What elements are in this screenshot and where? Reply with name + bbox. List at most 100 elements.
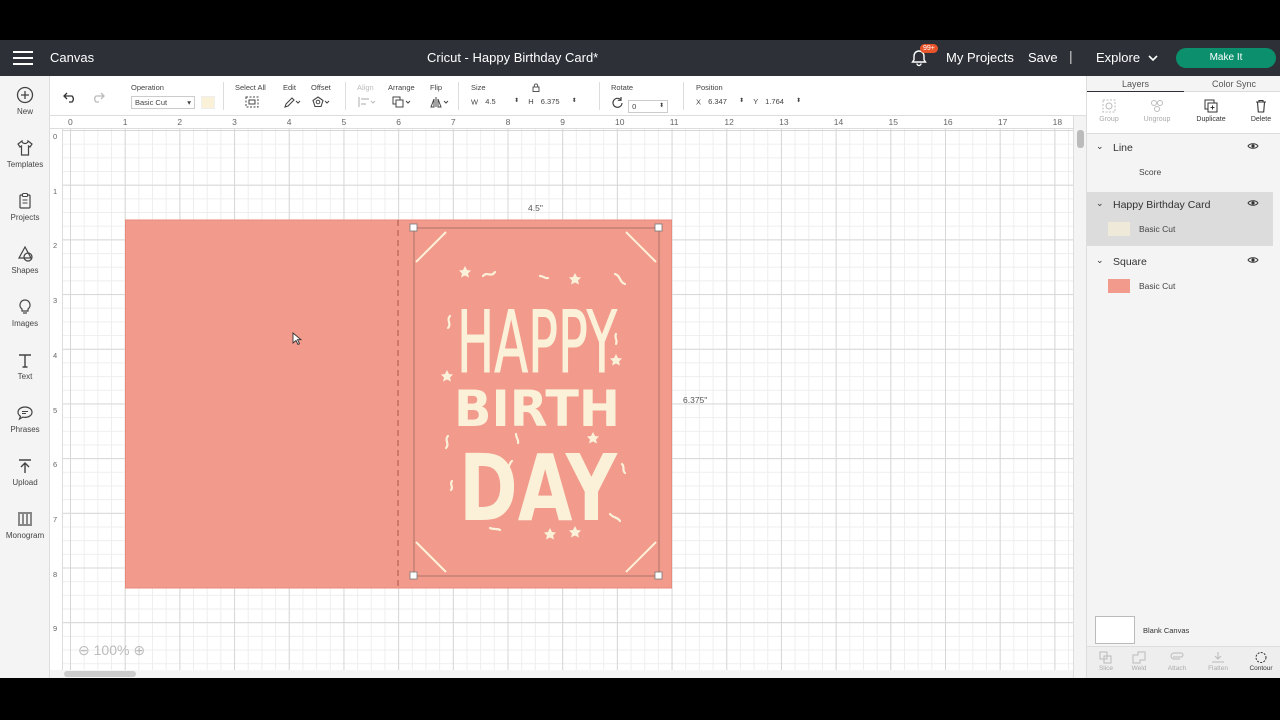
arrange-label: Arrange — [388, 83, 415, 92]
resize-handle[interactable] — [409, 571, 418, 580]
scroll-thumb[interactable] — [64, 671, 136, 677]
edit-menu[interactable]: Edit — [283, 83, 301, 110]
stepper-icon[interactable]: ⬍ — [796, 96, 801, 107]
weld-icon — [1132, 651, 1146, 664]
stepper-icon[interactable]: ⬍ — [659, 101, 664, 112]
duplicate-button[interactable]: Duplicate — [1191, 98, 1231, 123]
scroll-thumb[interactable] — [1077, 130, 1084, 148]
operation-select[interactable]: Basic Cut ▾ — [131, 96, 195, 109]
tab-layers[interactable]: Layers — [1087, 79, 1184, 89]
save-button[interactable]: Save — [1028, 50, 1058, 65]
sidebar-item-text[interactable]: Text — [0, 351, 50, 381]
rotate-input[interactable]: 0 ⬍ — [628, 99, 669, 113]
color-swatch[interactable] — [201, 96, 216, 109]
sidebar-item-shapes[interactable]: Shapes — [0, 245, 50, 275]
layer-happy-birthday-card[interactable]: ⌄ Happy Birthday Card — [1087, 192, 1273, 218]
chevron-down-icon[interactable]: ⌄ — [1096, 141, 1104, 152]
vertical-scrollbar[interactable] — [1073, 116, 1086, 678]
group-button[interactable]: Group — [1089, 98, 1129, 123]
shirt-icon — [17, 139, 33, 156]
flatten-button[interactable]: Flatten — [1199, 651, 1237, 672]
lock-icon[interactable] — [532, 83, 540, 92]
layer-square[interactable]: ⌄ Square — [1087, 249, 1273, 275]
w-label: W — [471, 97, 479, 107]
horizontal-scrollbar[interactable] — [50, 670, 1073, 678]
attach-button[interactable]: Attach — [1158, 651, 1196, 672]
layers-panel: Layers Color Sync Group Ungroup Duplicat… — [1086, 76, 1280, 678]
lightbulb-icon — [19, 299, 31, 314]
happy-text: HAPPY — [457, 293, 617, 393]
width-value: 4.5 — [485, 97, 496, 106]
align-icon — [358, 97, 376, 107]
layer-color-swatch[interactable] — [1108, 279, 1130, 293]
divider — [345, 82, 346, 110]
mouse-cursor-icon — [292, 332, 302, 346]
resize-handle[interactable] — [409, 223, 418, 232]
ungroup-button[interactable]: Ungroup — [1137, 98, 1177, 123]
tab-color-sync[interactable]: Color Sync — [1187, 79, 1280, 89]
layer-item-score[interactable]: Score — [1087, 161, 1273, 183]
layer-operation: Basic Cut — [1139, 281, 1176, 291]
stepper-icon[interactable]: ⬍ — [572, 96, 577, 107]
eye-icon[interactable] — [1247, 141, 1259, 151]
my-projects-link[interactable]: My Projects — [946, 50, 1014, 65]
eye-icon[interactable] — [1247, 198, 1259, 208]
select-all-button[interactable]: Select All — [235, 83, 266, 110]
eye-icon[interactable] — [1247, 255, 1259, 265]
chevron-down-icon — [1148, 55, 1158, 62]
weld-button[interactable]: Weld — [1120, 651, 1158, 672]
panel-tabs: Layers Color Sync — [1087, 76, 1280, 93]
undo-icon[interactable] — [63, 91, 77, 103]
chevron-down-icon[interactable]: ⌄ — [1096, 198, 1104, 209]
blank-canvas-swatch[interactable] — [1095, 616, 1135, 644]
explore-menu[interactable]: Explore — [1096, 50, 1158, 65]
stepper-icon[interactable]: ⬍ — [739, 96, 744, 107]
sidebar-item-monogram[interactable]: Monogram — [0, 510, 50, 540]
x-input[interactable]: 6.347 ⬍ — [705, 96, 747, 109]
position-group: Position X 6.347 ⬍ Y 1.764 ⬍ — [696, 83, 804, 109]
top-bar: Canvas Cricut - Happy Birthday Card* 99+… — [0, 40, 1280, 76]
zoom-out-icon[interactable]: ⊖ — [78, 642, 90, 658]
flip-label: Flip — [430, 83, 443, 92]
sidebar-item-templates[interactable]: Templates — [0, 139, 50, 169]
sidebar-item-new[interactable]: New — [0, 86, 50, 116]
align-menu[interactable]: Align — [357, 83, 377, 110]
layer-item-basic-cut[interactable]: Basic Cut — [1087, 218, 1273, 240]
sidebar-item-phrases[interactable]: Phrases — [0, 404, 50, 434]
app-name: Canvas — [50, 50, 95, 65]
layer-item-basic-cut[interactable]: Basic Cut — [1087, 275, 1273, 297]
resize-handle[interactable] — [654, 223, 663, 232]
sidebar-item-upload[interactable]: Upload — [0, 457, 50, 487]
offset-menu[interactable]: Offset — [311, 83, 331, 110]
delete-button[interactable]: Delete — [1241, 98, 1280, 123]
arrange-menu[interactable]: Arrange — [388, 83, 415, 110]
sidebar-item-images[interactable]: Images — [0, 298, 50, 328]
speech-bubble-icon — [17, 406, 33, 421]
zoom-in-icon[interactable]: ⊕ — [133, 642, 145, 658]
height-input[interactable]: 6.375 ⬍ — [538, 96, 580, 109]
resize-handle[interactable] — [654, 571, 663, 580]
stepper-icon[interactable]: ⬍ — [514, 96, 519, 107]
sidebar-item-projects[interactable]: Projects — [0, 192, 50, 222]
offset-icon — [312, 96, 330, 108]
weld-label: Weld — [1131, 665, 1147, 672]
edit-toolbar: Operation Basic Cut ▾ Select All Edit Of… — [50, 76, 1086, 116]
layer-color-swatch[interactable] — [1108, 222, 1130, 236]
design-canvas[interactable]: 0 1 2 3 4 5 6 7 8 9 10 11 12 13 14 15 16 17 18 0123456789 — [50, 116, 1073, 678]
redo-icon[interactable] — [91, 91, 105, 103]
layer-line[interactable]: ⌄ Line — [1087, 135, 1273, 161]
contour-icon — [1255, 652, 1267, 663]
trash-icon — [1256, 99, 1266, 113]
flip-menu[interactable]: Flip — [430, 83, 450, 110]
select-all-icon — [245, 96, 259, 108]
make-it-button[interactable]: Make It — [1176, 48, 1276, 68]
duplicate-label: Duplicate — [1196, 116, 1226, 123]
contour-button[interactable]: Contour — [1242, 651, 1280, 672]
chevron-down-icon[interactable]: ⌄ — [1096, 255, 1104, 266]
app-frame: Canvas Cricut - Happy Birthday Card* 99+… — [0, 40, 1280, 678]
y-input[interactable]: 1.764 ⬍ — [762, 96, 804, 109]
width-input[interactable]: 4.5 ⬍ — [482, 96, 522, 109]
menu-icon[interactable] — [13, 51, 33, 65]
upload-icon — [19, 459, 31, 473]
left-sidebar: New Templates Projects Shapes Images Tex… — [0, 76, 50, 678]
